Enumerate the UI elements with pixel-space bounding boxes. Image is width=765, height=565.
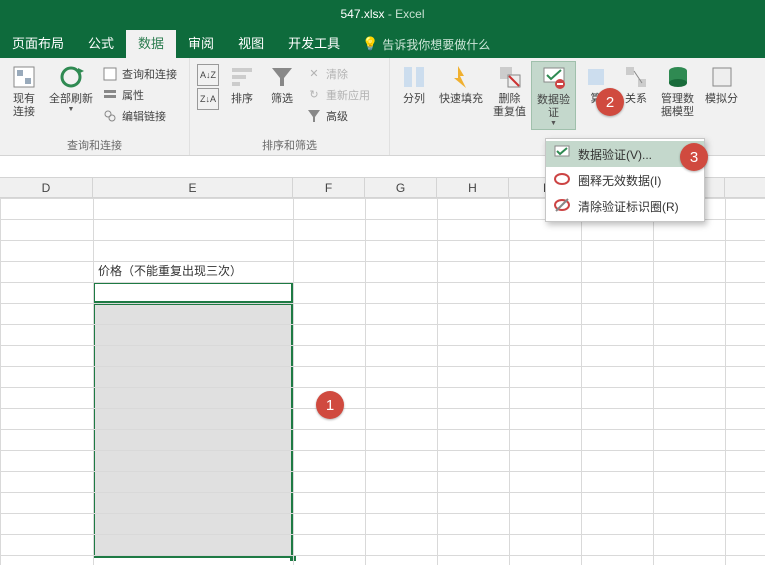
clear-filter-button: ✕清除 [306,63,370,84]
queries-connections-button[interactable]: 查询和连接 [102,63,177,84]
existing-connections-label: 现有 连接 [13,93,35,119]
col-header-H[interactable]: H [437,178,509,197]
title-bar: 547.xlsx - Excel [0,0,765,28]
selection-range[interactable] [93,303,293,558]
remove-dup-label: 删除 重复值 [493,93,526,119]
chevron-down-icon: ▼ [68,106,75,113]
tab-review[interactable]: 审阅 [176,30,226,58]
edit-links-button[interactable]: 编辑链接 [102,105,177,126]
what-if-button[interactable]: 模拟分 [699,61,739,108]
title-app: Excel [395,7,424,21]
properties-icon [102,87,118,103]
worksheet-grid[interactable]: D E F G H I J K 价格（不能重复出现三次） [0,178,765,565]
reapply-icon: ↻ [306,87,322,103]
tab-data[interactable]: 数据 [126,30,176,58]
refresh-all-button[interactable]: 全部刷新 ▼ [44,61,98,115]
sort-desc-button[interactable]: Z↓A [197,88,219,110]
menu-circle-invalid-label: 圈释无效数据(I) [578,172,661,189]
data-model-icon [664,63,692,91]
circle-invalid-icon [554,171,572,189]
flash-fill-icon [447,63,475,91]
cell-E-label[interactable]: 价格（不能重复出现三次） [95,261,295,282]
remove-duplicates-button[interactable]: 删除 重复值 [488,61,531,121]
reapply-button: ↻重新应用 [306,84,370,105]
title-file: 547.xlsx [340,7,384,21]
clear-circles-icon [554,197,572,215]
tell-me[interactable]: 💡 告诉我你想要做什么 [362,30,490,58]
filter-icon [268,63,296,91]
text-to-columns-button[interactable]: 分列 [394,61,434,108]
data-validation-icon [540,64,568,92]
data-validation-button[interactable]: 数据验 证 ▼ [531,61,576,130]
advanced-icon [306,108,322,124]
sort-label: 排序 [231,93,253,106]
manage-data-model-button[interactable]: 管理数 据模型 [656,61,699,121]
ribbon-tabs: 页面布局 公式 数据 审阅 视图 开发工具 💡 告诉我你想要做什么 [0,28,765,58]
col-header-E[interactable]: E [93,178,293,197]
filter-button[interactable]: 筛选 [262,61,302,108]
tab-view[interactable]: 视图 [226,30,276,58]
menu-clear-circles[interactable]: 清除验证标识圈(R) [546,193,704,219]
col-header-F[interactable]: F [293,178,365,197]
advanced-filter-button[interactable]: 高级 [306,105,370,126]
col-header-D[interactable]: D [0,178,93,197]
links-icon [102,108,118,124]
data-model-label: 管理数 据模型 [661,93,694,119]
col-header-G[interactable]: G [365,178,437,197]
group-queries-label: 查询和连接 [4,137,185,155]
flash-fill-label: 快速填充 [439,93,483,106]
chevron-down-icon: ▼ [550,120,557,127]
group-sort-filter-label: 排序和筛选 [194,137,385,155]
what-if-icon [708,63,736,91]
annotation-1: 1 [316,391,344,419]
refresh-all-label: 全部刷新 [49,93,93,106]
group-queries: 现有 连接 全部刷新 ▼ 查询和连接 属性 编辑链接 查询和连接 [0,58,190,155]
tab-page-layout[interactable]: 页面布局 [0,30,76,58]
consolidate-icon [582,63,610,91]
group-sort-filter: A↓Z Z↓A 排序 筛选 ✕清除 ↻重新应用 高级 排序和筛选 [190,58,390,155]
sort-asc-button[interactable]: A↓Z [197,64,219,86]
text-to-columns-icon [400,63,428,91]
relationships-icon [622,63,650,91]
remove-dup-icon [496,63,524,91]
properties-button[interactable]: 属性 [102,84,177,105]
annotation-2: 2 [596,88,624,116]
menu-circle-invalid[interactable]: 圈释无效数据(I) [546,167,704,193]
clear-icon: ✕ [306,66,322,82]
what-if-label: 模拟分 [705,93,738,106]
menu-clear-circles-label: 清除验证标识圈(R) [578,198,679,215]
data-validation-icon [554,145,572,163]
menu-data-validation-label: 数据验证(V)... [578,146,652,163]
lightbulb-icon: 💡 [362,36,378,52]
sort-button[interactable]: 排序 [222,61,262,108]
tell-me-label: 告诉我你想要做什么 [382,36,490,53]
flash-fill-button[interactable]: 快速填充 [434,61,488,108]
sort-icon [228,63,256,91]
text-to-columns-label: 分列 [403,93,425,106]
queries-icon [102,66,118,82]
filter-label: 筛选 [271,93,293,106]
tab-developer[interactable]: 开发工具 [276,30,352,58]
title-sep: - [385,7,396,21]
data-validation-label: 数据验 证 [537,94,570,120]
active-cell[interactable] [93,282,293,303]
refresh-icon [57,63,85,91]
tab-formulas[interactable]: 公式 [76,30,126,58]
existing-connections-button[interactable]: 现有 连接 [4,61,44,121]
connections-icon [10,63,38,91]
relationships-label: 关系 [625,93,647,106]
annotation-3: 3 [680,143,708,171]
